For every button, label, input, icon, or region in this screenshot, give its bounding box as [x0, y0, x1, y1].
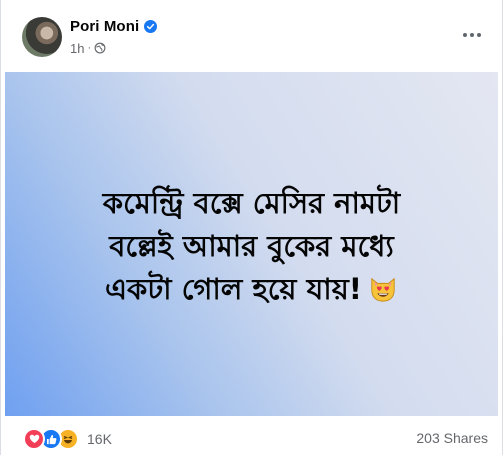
post-time[interactable]: 1h	[70, 41, 84, 56]
reactions-summary[interactable]: 16K	[23, 428, 112, 450]
more-options-icon	[463, 33, 467, 37]
post-background: কমেন্ট্রি বক্সে মেসির নামটা বল্লেই আমার …	[5, 72, 498, 416]
meta-separator: ·	[87, 42, 92, 54]
post-meta: 1h ·	[70, 40, 106, 56]
post-text-line-1: কমেন্ট্রি বক্সে মেসির নামটা	[102, 186, 401, 220]
post-text: কমেন্ট্রি বক্সে মেসির নামটা বল্লেই আমার …	[5, 182, 498, 311]
shares-count[interactable]: 203 Shares	[416, 430, 488, 446]
post-text-line-3-text: একটা গোল হয়ে যায়!	[104, 272, 363, 306]
post-footer: 16K 203 Shares	[1, 416, 502, 455]
post-card: Pori Moni 1h · কমেন্ট্রি বক্সে মেসির নাম…	[0, 0, 503, 455]
post-text-line-3: একটা গোল হয়ে যায়!	[5, 268, 498, 311]
author-avatar[interactable]	[22, 17, 62, 57]
author-name[interactable]: Pori Moni	[70, 18, 139, 35]
love-reaction-icon	[23, 428, 45, 450]
reaction-count[interactable]: 16K	[87, 431, 112, 447]
verified-badge-icon	[144, 19, 158, 33]
more-options-button[interactable]	[454, 20, 490, 50]
post-header: Pori Moni 1h ·	[1, 0, 502, 68]
author-row: Pori Moni	[70, 17, 158, 35]
globe-icon	[94, 42, 106, 54]
post-text-line-2: বল্লেই আমার বুকের মধ্যে	[109, 229, 394, 263]
heart-eyes-cat-emoji	[371, 277, 395, 302]
